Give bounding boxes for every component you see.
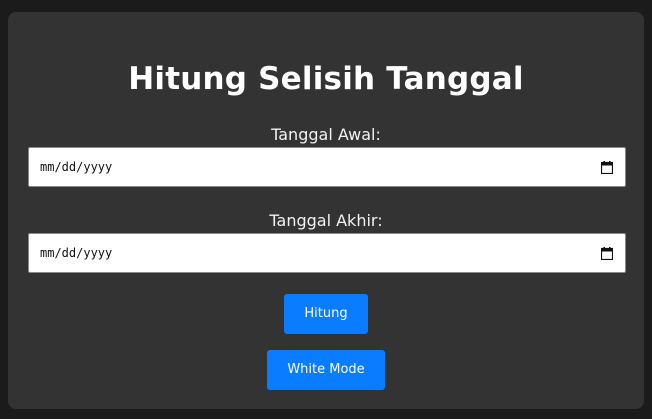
- calendar-icon[interactable]: [601, 161, 613, 174]
- end-date-placeholder: mm/dd/yyyy: [40, 246, 113, 260]
- calculator-card: Hitung Selisih Tanggal Tanggal Awal: mm/…: [8, 12, 644, 409]
- calendar-icon[interactable]: [601, 247, 613, 260]
- end-date-input[interactable]: mm/dd/yyyy: [28, 233, 626, 273]
- white-mode-button[interactable]: White Mode: [267, 350, 385, 390]
- calculate-button[interactable]: Hitung: [284, 294, 368, 334]
- page-title: Hitung Selisih Tanggal: [128, 61, 524, 97]
- end-date-label: Tanggal Akhir:: [269, 211, 383, 230]
- start-date-label: Tanggal Awal:: [271, 125, 381, 144]
- start-date-placeholder: mm/dd/yyyy: [40, 160, 113, 174]
- start-date-input[interactable]: mm/dd/yyyy: [28, 147, 626, 187]
